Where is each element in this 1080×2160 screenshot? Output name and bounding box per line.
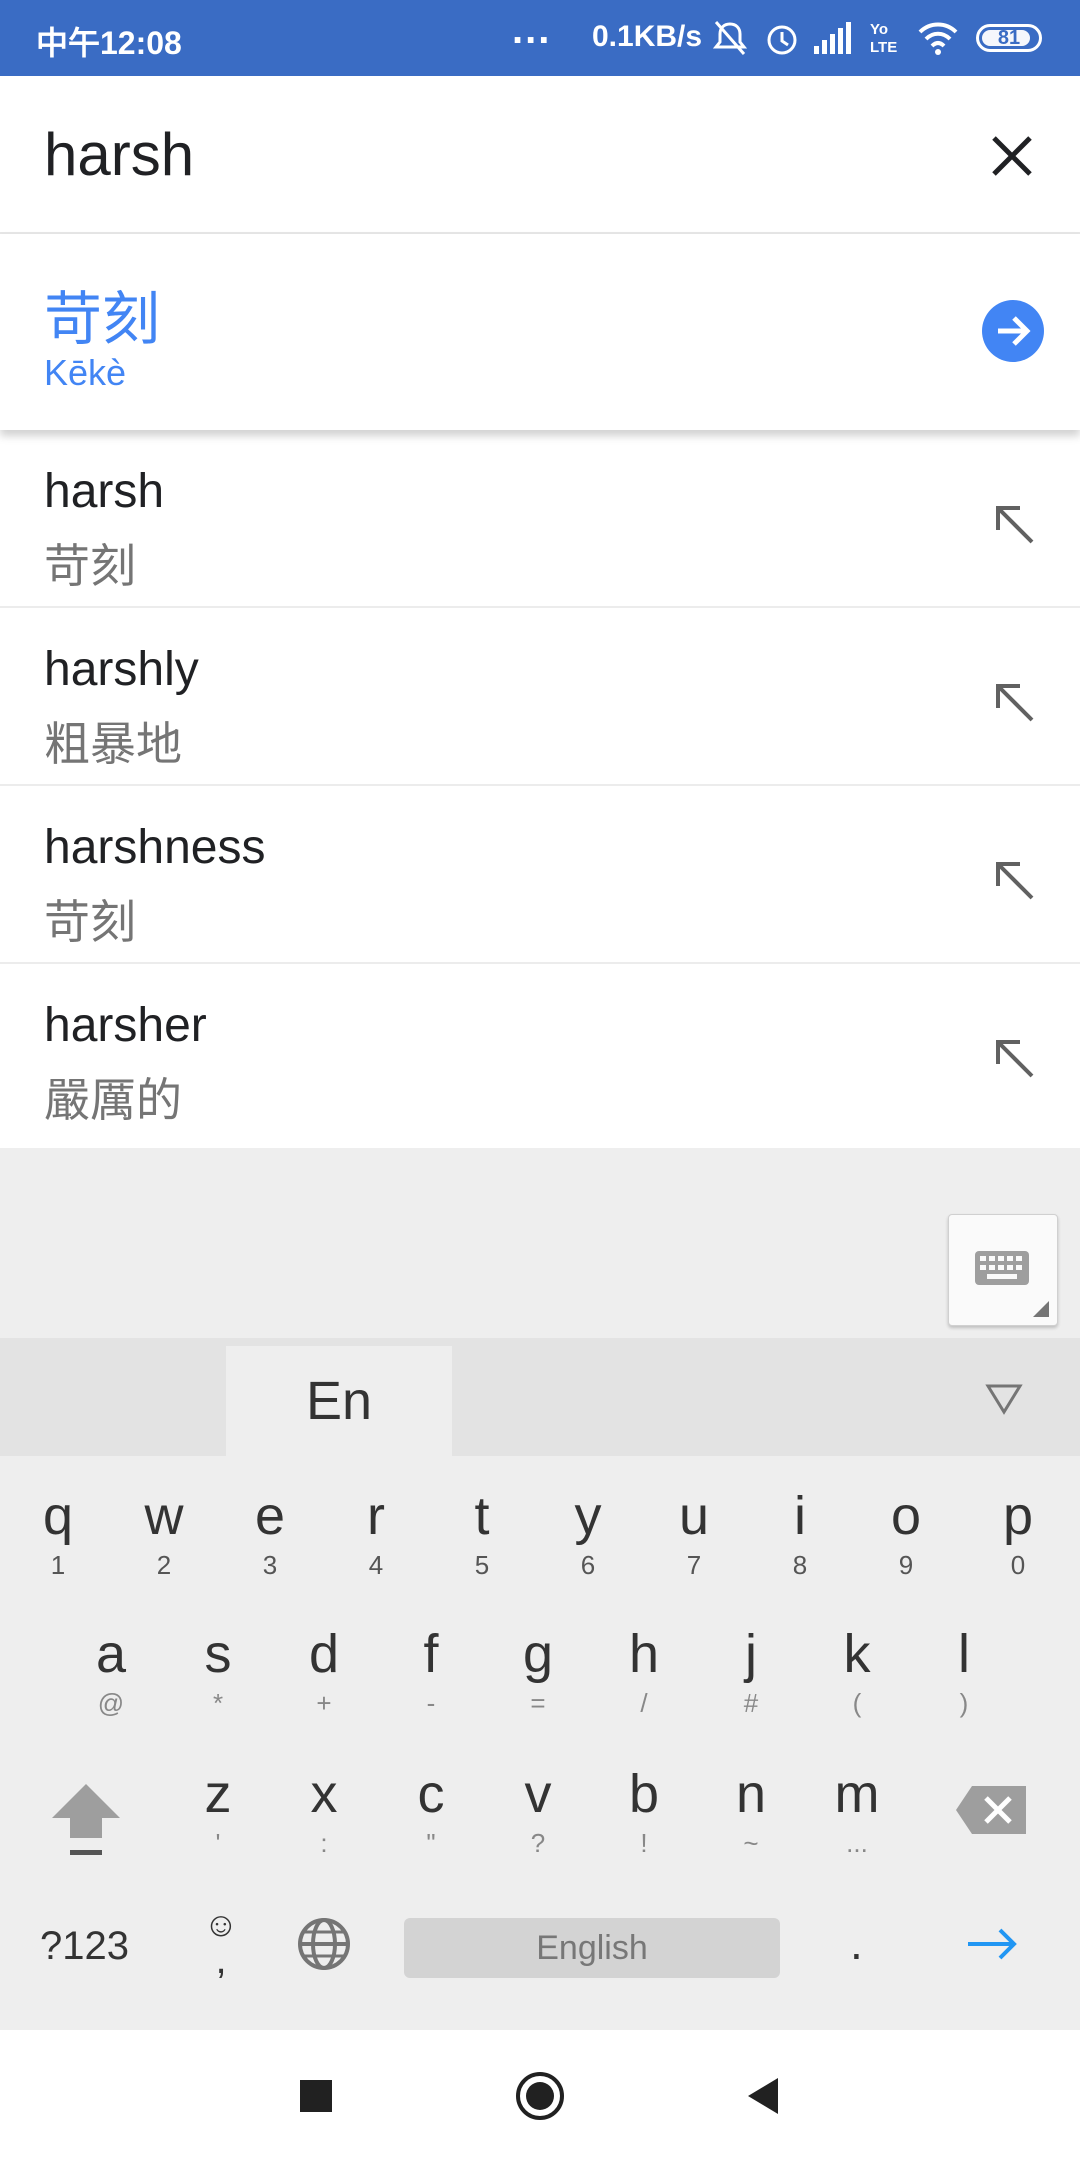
result-translation: 苛刻 xyxy=(44,285,161,353)
keyboard-gap xyxy=(0,1148,1080,1338)
fill-query-arrow-icon[interactable] xyxy=(990,678,1038,726)
key-s[interactable]: s * xyxy=(168,1624,268,1718)
suggestion-word: harshly xyxy=(44,643,199,696)
key-z[interactable]: z ' xyxy=(168,1764,268,1858)
svg-text:LTE: LTE xyxy=(870,39,897,56)
suggestion-item[interactable]: harshness 苛刻 xyxy=(0,786,1080,964)
fill-query-arrow-icon[interactable] xyxy=(990,856,1038,904)
key-q[interactable]: q1 xyxy=(8,1486,108,1580)
navigation-bar xyxy=(0,2030,1080,2160)
signal-icon xyxy=(814,22,851,54)
volte-icon: Yo LTE xyxy=(870,21,897,56)
key-b[interactable]: b! xyxy=(594,1764,694,1858)
key-e[interactable]: e3 xyxy=(220,1486,320,1580)
backspace-icon[interactable] xyxy=(954,1782,1030,1838)
go-button[interactable] xyxy=(982,300,1044,362)
search-bar: harsh xyxy=(0,76,1080,234)
home-icon[interactable] xyxy=(514,2070,566,2122)
key-f[interactable]: f- xyxy=(381,1624,481,1718)
language-tab[interactable]: En xyxy=(226,1346,452,1456)
mute-icon xyxy=(712,21,748,55)
keyboard: q1 w2 e3 r4 t5 y6 u7 i8 o9 p0 a @ s * d + f… xyxy=(0,1456,1080,2030)
suggestion-word: harsh xyxy=(44,465,165,518)
back-icon[interactable] xyxy=(742,2074,786,2118)
key-x[interactable]: x: xyxy=(274,1764,374,1858)
keyboard-icon xyxy=(975,1251,1049,1317)
result-pinyin: Kēkè xyxy=(44,352,127,393)
key-w[interactable]: w2 xyxy=(114,1486,214,1580)
battery-level: 81 xyxy=(997,27,1021,49)
battery-icon: 81 xyxy=(976,24,1042,52)
translation-result[interactable]: 苛刻 Kēkè xyxy=(0,234,1080,430)
collapse-triangle-icon[interactable] xyxy=(984,1378,1024,1418)
suggestion-word: harshness xyxy=(44,821,266,874)
key-v[interactable]: v? xyxy=(488,1764,588,1858)
key-p[interactable]: p0 xyxy=(968,1486,1068,1580)
key-u[interactable]: u7 xyxy=(644,1486,744,1580)
key-g[interactable]: g = xyxy=(488,1624,588,1718)
symbols-key[interactable]: ?123 xyxy=(40,1924,129,1969)
period-key[interactable]: . xyxy=(850,1916,863,1970)
suggestion-translation: 嚴厲的 xyxy=(44,1073,182,1127)
suggestion-word: harsher xyxy=(44,999,207,1052)
key-d[interactable]: d + xyxy=(274,1624,374,1718)
status-time: 中午12:08 xyxy=(36,25,182,61)
suggestion-item[interactable]: harshly 粗暴地 xyxy=(0,608,1080,786)
wifi-icon xyxy=(918,22,958,55)
suggestion-translation: 粗暴地 xyxy=(44,717,182,771)
suggestion-list: harsh 苛刻 harshly 粗暴地 harshness 苛刻 harshe… xyxy=(0,430,1080,1140)
enter-arrow-icon[interactable] xyxy=(964,1922,1020,1966)
key-j[interactable]: j # xyxy=(701,1624,801,1718)
key-n[interactable]: n ~ xyxy=(701,1764,801,1858)
status-net-speed: 0.1KB/s xyxy=(592,20,703,53)
emoji-key[interactable]: ☺ , xyxy=(196,1906,246,1982)
key-y[interactable]: y6 xyxy=(538,1486,638,1580)
recent-apps-icon[interactable] xyxy=(294,2074,338,2118)
key-m[interactable]: m... xyxy=(807,1764,907,1858)
status-bar: 中午12:08 ... 0.1KB/s Yo LTE 81 xyxy=(0,0,1080,76)
status-more-dots: ... xyxy=(512,8,552,52)
fill-query-arrow-icon[interactable] xyxy=(990,500,1038,548)
key-i[interactable]: i8 xyxy=(750,1486,850,1580)
suggestion-item[interactable]: harsher 嚴厲的 xyxy=(0,964,1080,1140)
key-a[interactable]: a @ xyxy=(61,1624,161,1718)
suggestion-translation: 苛刻 xyxy=(44,539,136,593)
svg-text:Yo: Yo xyxy=(870,21,888,38)
key-r[interactable]: r4 xyxy=(326,1486,426,1580)
key-c[interactable]: c " xyxy=(381,1764,481,1858)
keyboard-toggle-button[interactable] xyxy=(948,1214,1058,1326)
suggestion-translation: 苛刻 xyxy=(44,895,136,949)
close-icon[interactable] xyxy=(982,126,1042,186)
search-input[interactable]: harsh xyxy=(44,120,194,189)
fill-query-arrow-icon[interactable] xyxy=(990,1034,1038,1082)
key-t[interactable]: t5 xyxy=(432,1486,532,1580)
space-bar[interactable]: English xyxy=(404,1918,780,1978)
suggestion-item[interactable]: harsh 苛刻 xyxy=(0,430,1080,608)
key-l[interactable]: l) xyxy=(914,1624,1014,1718)
key-h[interactable]: h / xyxy=(594,1624,694,1718)
shift-icon[interactable] xyxy=(46,1776,126,1866)
globe-icon[interactable] xyxy=(296,1916,352,1972)
keyboard-toolbar: En xyxy=(0,1338,1080,1456)
comma-label: , xyxy=(215,1938,227,1982)
arrow-right-icon xyxy=(998,316,1031,346)
key-k[interactable]: k( xyxy=(807,1624,907,1718)
alarm-icon xyxy=(767,25,797,55)
key-o[interactable]: o9 xyxy=(856,1486,956,1580)
